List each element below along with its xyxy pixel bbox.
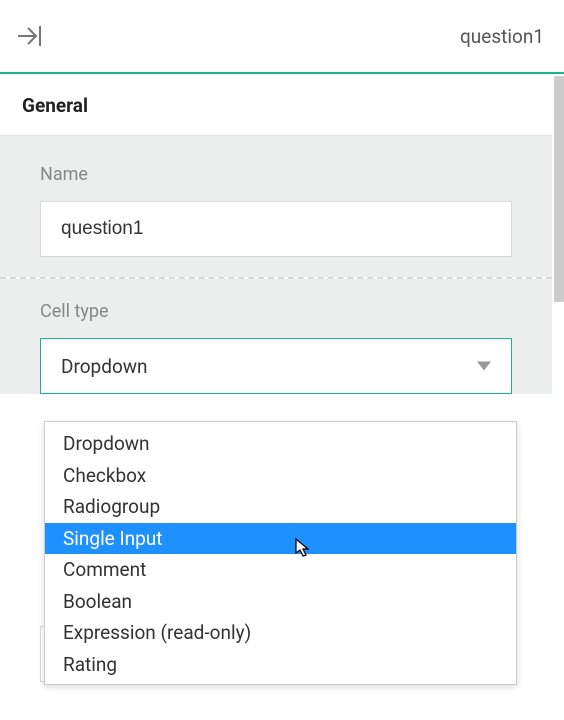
- header-title: question1: [460, 25, 544, 48]
- cell-type-dropdown-list[interactable]: DropdownCheckboxRadiogroupSingle InputCo…: [44, 421, 517, 685]
- cell-type-select[interactable]: Dropdown: [40, 338, 512, 394]
- cell-type-section: Cell type Dropdown: [0, 279, 552, 394]
- cell-type-selected-value: Dropdown: [61, 355, 148, 378]
- vertical-scrollbar[interactable]: [554, 76, 564, 302]
- section-general-header[interactable]: General: [0, 74, 552, 135]
- collapse-panel-icon[interactable]: [16, 22, 44, 50]
- cell-type-option[interactable]: Checkbox: [45, 460, 516, 492]
- cell-type-option[interactable]: Expression (read-only): [45, 617, 516, 649]
- cell-type-option[interactable]: Comment: [45, 554, 516, 586]
- panel-header: question1: [0, 0, 564, 74]
- cell-type-option[interactable]: Single Input: [45, 523, 516, 555]
- chevron-down-icon: [477, 357, 491, 376]
- cell-type-option[interactable]: Dropdown: [45, 428, 516, 460]
- cell-type-option[interactable]: Boolean: [45, 586, 516, 618]
- general-section-body: Name: [0, 135, 552, 277]
- cell-type-option[interactable]: Radiogroup: [45, 491, 516, 523]
- name-label: Name: [40, 164, 512, 185]
- cell-type-option[interactable]: Rating: [45, 649, 516, 681]
- properties-panel: question1 General Name Cell type Dropdow…: [0, 0, 564, 720]
- cell-type-label: Cell type: [40, 301, 512, 322]
- name-input[interactable]: [40, 201, 512, 257]
